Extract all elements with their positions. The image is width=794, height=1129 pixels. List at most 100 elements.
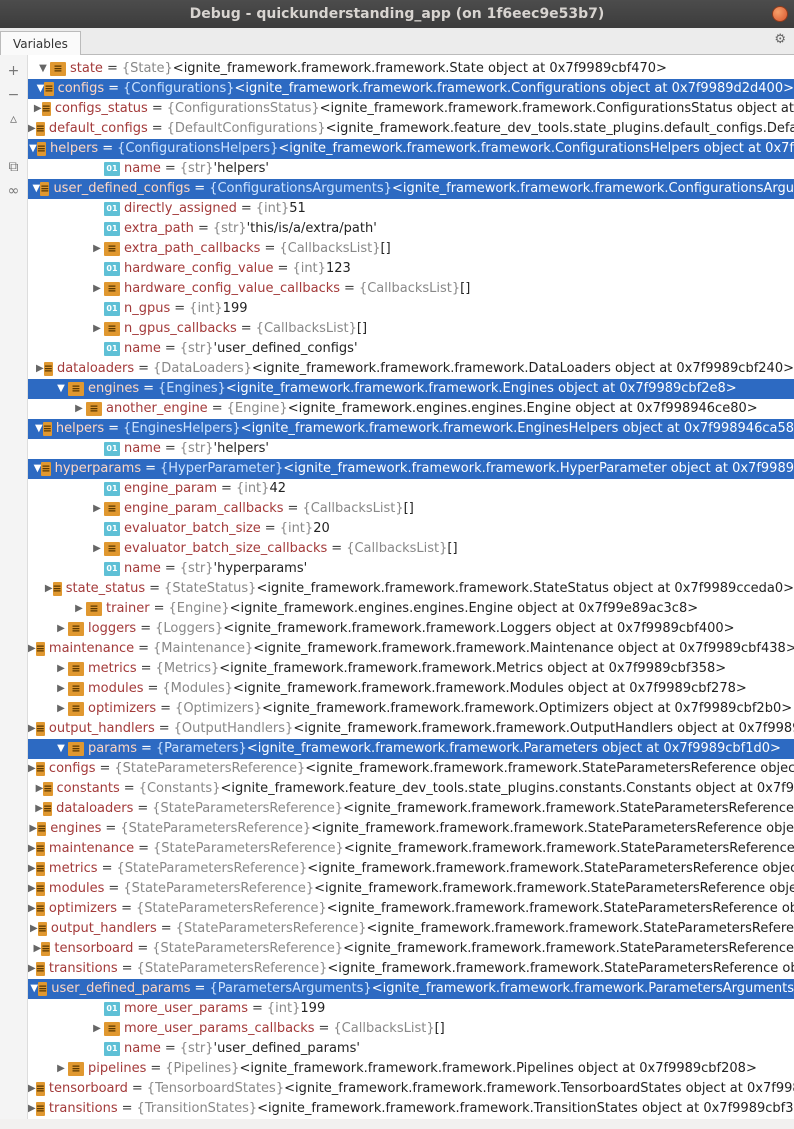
expand-icon[interactable] [33,939,41,959]
tree-row[interactable]: another_engine = {Engine} <ignite_framew… [28,399,794,419]
expand-icon[interactable] [28,859,36,879]
collapse-icon[interactable] [54,739,68,759]
tree-row[interactable]: 01hardware_config_value = {int} 123 [28,259,794,279]
tree-row[interactable]: dataloaders = {StateParametersReference}… [28,799,794,819]
tree-row[interactable]: default_configs = {DefaultConfigurations… [28,119,794,139]
tree-row[interactable]: transitions = {StateParametersReference}… [28,959,794,979]
tree-row[interactable]: engines = {StateParametersReference} <ig… [28,819,794,839]
collapse-icon[interactable] [30,979,38,999]
tree-row[interactable]: hardware_config_value_callbacks = {Callb… [28,279,794,299]
collapse-icon[interactable] [37,79,45,99]
collapse-icon[interactable] [54,379,68,399]
expand-icon[interactable] [54,659,68,679]
expand-icon[interactable] [45,579,53,599]
gutter-button-5[interactable]: ∞ [0,179,27,203]
collapse-icon[interactable] [34,459,42,479]
tree-row[interactable]: 01name = {str} 'hyperparams' [28,559,794,579]
gutter-button-4[interactable]: ⧉ [0,155,27,179]
expand-icon[interactable] [28,119,36,139]
expand-icon[interactable] [28,959,36,979]
tree-row[interactable]: constants = {Constants} <ignite_framewor… [28,779,794,799]
expand-icon[interactable] [54,1059,68,1079]
tree-row[interactable]: maintenance = {Maintenance} <ignite_fram… [28,639,794,659]
tree-row[interactable]: pipelines = {Pipelines} <ignite_framewor… [28,1059,794,1079]
expand-icon[interactable] [90,499,104,519]
gear-icon[interactable]: ⚙ [774,32,786,47]
tree-row[interactable]: 01name = {str} 'helpers' [28,439,794,459]
tree-row[interactable]: 01extra_path = {str} 'this/is/a/extra/pa… [28,219,794,239]
expand-icon[interactable] [54,679,68,699]
expand-icon[interactable] [28,839,36,859]
tree-row[interactable]: helpers = {EnginesHelpers} <ignite_frame… [28,419,794,439]
tree-row[interactable]: modules = {Modules} <ignite_framework.fr… [28,679,794,699]
tree-row[interactable]: output_handlers = {StateParametersRefere… [28,919,794,939]
expand-icon[interactable] [28,899,36,919]
expand-icon[interactable] [34,99,42,119]
collapse-icon[interactable] [29,139,37,159]
collapse-icon[interactable] [36,59,50,79]
tree-row[interactable]: output_handlers = {OutputHandlers} <igni… [28,719,794,739]
tree-row[interactable]: metrics = {StateParametersReference} <ig… [28,859,794,879]
tree-row[interactable]: optimizers = {Optimizers} <ignite_framew… [28,699,794,719]
tree-row[interactable]: tensorboard = {StateParametersReference}… [28,939,794,959]
expand-icon[interactable] [28,1099,36,1119]
tree-row[interactable]: trainer = {Engine} <ignite_framework.eng… [28,599,794,619]
expand-icon[interactable] [90,319,104,339]
tree-row[interactable]: dataloaders = {DataLoaders} <ignite_fram… [28,359,794,379]
tree-row[interactable]: state_status = {StateStatus} <ignite_fra… [28,579,794,599]
tree-row[interactable]: modules = {StateParametersReference} <ig… [28,879,794,899]
tree-row[interactable]: maintenance = {StateParametersReference}… [28,839,794,859]
tree-row[interactable]: transitions = {TransitionStates} <ignite… [28,1099,794,1119]
tree-row[interactable]: params = {Parameters} <ignite_framework.… [28,739,794,759]
expand-icon[interactable] [36,359,44,379]
expand-icon[interactable] [54,699,68,719]
gutter-button-0[interactable]: + [0,59,27,83]
tree-row[interactable]: state = {State} <ignite_framework.framew… [28,59,794,79]
tree-row[interactable]: configs = {Configurations} <ignite_frame… [28,79,794,99]
tree-row[interactable]: 01engine_param = {int} 42 [28,479,794,499]
tree-row[interactable]: helpers = {ConfigurationsHelpers} <ignit… [28,139,794,159]
tree-row[interactable]: tensorboard = {TensorboardStates} <ignit… [28,1079,794,1099]
close-icon[interactable] [772,6,788,22]
expand-icon[interactable] [29,819,37,839]
expand-icon[interactable] [35,799,43,819]
expand-icon[interactable] [36,779,44,799]
expand-icon[interactable] [90,1019,104,1039]
tree-row[interactable]: 01n_gpus = {int} 199 [28,299,794,319]
collapse-icon[interactable] [35,419,43,439]
expand-icon[interactable] [90,239,104,259]
tree-row[interactable]: more_user_params_callbacks = {CallbacksL… [28,1019,794,1039]
expand-icon[interactable] [28,1079,36,1099]
tree-row[interactable]: loggers = {Loggers} <ignite_framework.fr… [28,619,794,639]
tree-row[interactable]: evaluator_batch_size_callbacks = {Callba… [28,539,794,559]
expand-icon[interactable] [72,399,86,419]
tree-row[interactable]: optimizers = {StateParametersReference} … [28,899,794,919]
expand-icon[interactable] [28,639,36,659]
tree-row[interactable]: 01more_user_params = {int} 199 [28,999,794,1019]
expand-icon[interactable] [28,759,36,779]
tree-row[interactable]: 01evaluator_batch_size = {int} 20 [28,519,794,539]
tab-variables[interactable]: Variables [0,31,81,55]
tree-row[interactable]: hyperparams = {HyperParameter} <ignite_f… [28,459,794,479]
tree-row[interactable]: extra_path_callbacks = {CallbacksList} [… [28,239,794,259]
tree-row[interactable]: 01name = {str} 'helpers' [28,159,794,179]
tree-row[interactable]: user_defined_configs = {ConfigurationsAr… [28,179,794,199]
tree-row[interactable]: engines = {Engines} <ignite_framework.fr… [28,379,794,399]
tree-row[interactable]: 01name = {str} 'user_defined_configs' [28,339,794,359]
tree-row[interactable]: metrics = {Metrics} <ignite_framework.fr… [28,659,794,679]
expand-icon[interactable] [72,599,86,619]
tree-row[interactable]: configs_status = {ConfigurationsStatus} … [28,99,794,119]
expand-icon[interactable] [28,879,36,899]
tree-row[interactable]: configs = {StateParametersReference} <ig… [28,759,794,779]
expand-icon[interactable] [30,919,38,939]
tree-row[interactable]: 01name = {str} 'user_defined_params' [28,1039,794,1059]
expand-icon[interactable] [90,539,104,559]
gutter-button-2[interactable]: ▵ [0,107,27,131]
expand-icon[interactable] [90,279,104,299]
tree-row[interactable]: engine_param_callbacks = {CallbacksList}… [28,499,794,519]
variables-tree[interactable]: state = {State} <ignite_framework.framew… [28,55,794,1119]
gutter-button-1[interactable]: − [0,83,27,107]
tree-row[interactable]: n_gpus_callbacks = {CallbacksList} [] [28,319,794,339]
tree-row[interactable]: user_defined_params = {ParametersArgumen… [28,979,794,999]
expand-icon[interactable] [54,619,68,639]
